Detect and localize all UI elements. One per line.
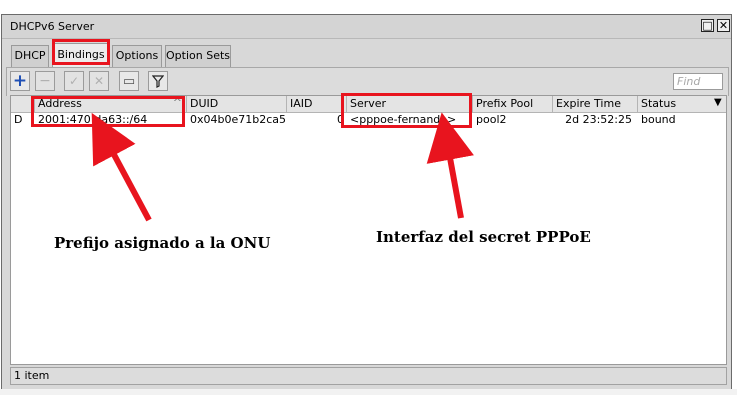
background-strip (0, 389, 737, 395)
prefix-arrow (91, 112, 152, 222)
secret-note: Interfaz del secret PPPoE (376, 228, 591, 246)
annotation-arrows (91, 112, 474, 222)
server-arrow (426, 112, 474, 219)
prefix-note: Prefijo asignado a la ONU (54, 234, 271, 252)
